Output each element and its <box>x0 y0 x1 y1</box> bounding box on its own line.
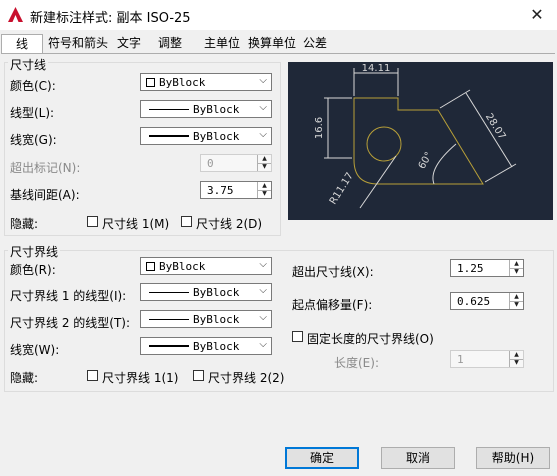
dim-linetype-label: 线型(L): <box>10 106 55 120</box>
fixed-length-label[interactable]: 固定长度的尺寸界线(O) <box>307 330 434 347</box>
chevron-down-icon: ⌵ <box>259 102 267 113</box>
color-swatch <box>146 78 155 87</box>
ext1-linetype-value: ByBlock <box>193 286 240 299</box>
line-sample <box>149 109 189 110</box>
suppress-dim1-label[interactable]: 尺寸线 1(M) <box>102 215 169 232</box>
tab-alternate-units[interactable]: 换算单位 <box>244 34 300 53</box>
line-sample <box>149 319 189 320</box>
spin-down-icon[interactable]: ▼ <box>258 190 271 198</box>
length-value: 1 <box>457 353 464 366</box>
autocad-app-icon <box>8 7 23 22</box>
tab-tolerances[interactable]: 公差 <box>300 34 330 53</box>
dim-color-combo[interactable]: ByBlock ⌵ <box>140 73 272 91</box>
tab-primary-units[interactable]: 主单位 <box>200 34 244 53</box>
help-button[interactable]: 帮助(H) <box>476 447 550 469</box>
chevron-down-icon: ⌵ <box>259 129 267 140</box>
ext-color-label: 颜色(R): <box>10 263 56 277</box>
dim-lines-group-title: 尺寸线 <box>8 56 49 73</box>
suppress-dim2-label[interactable]: 尺寸线 2(D) <box>196 215 262 232</box>
line-sample <box>149 135 189 137</box>
origin-offset-label: 起点偏移量(F): <box>292 298 373 312</box>
ext2-linetype-combo[interactable]: ByBlock ⌵ <box>140 310 272 328</box>
spin-down-icon[interactable]: ▼ <box>510 301 523 309</box>
color-swatch <box>146 262 155 271</box>
suppress-ext2-label[interactable]: 尺寸界线 2(2) <box>208 369 284 386</box>
tab-fit[interactable]: 调整 <box>152 34 188 53</box>
ext-lineweight-combo[interactable]: ByBlock ⌵ <box>140 337 272 355</box>
preview-pane: 14.11 16.6 28.07 60° R11.17 <box>288 62 553 220</box>
window-title: 新建标注样式: 副本 ISO-25 <box>30 11 191 26</box>
dim-color-label: 颜色(C): <box>10 79 56 93</box>
origin-offset-value: 0.625 <box>457 295 491 308</box>
ext-color-value: ByBlock <box>159 260 206 273</box>
ext-lines-group-title: 尺寸界线 <box>8 243 61 260</box>
ext-lineweight-label: 线宽(W): <box>10 343 60 357</box>
spin-down-icon[interactable]: ▼ <box>258 163 271 171</box>
tab-strip: 线 符号和箭头 文字 调整 主单位 换算单位 公差 <box>0 34 557 55</box>
fixed-length-checkbox[interactable] <box>292 331 303 342</box>
line-sample <box>149 345 189 347</box>
ext1-linetype-combo[interactable]: ByBlock ⌵ <box>140 283 272 301</box>
ext2-linetype-label: 尺寸界线 2 的线型(T): <box>10 316 131 330</box>
ext1-linetype-label: 尺寸界线 1 的线型(I): <box>10 289 127 303</box>
extend-beyond-label: 超出尺寸线(X): <box>292 265 374 279</box>
line-sample <box>149 292 189 293</box>
ok-button[interactable]: 确定 <box>285 447 359 469</box>
preview-dim-width: 14.11 <box>362 63 391 74</box>
ext2-linetype-value: ByBlock <box>193 313 240 326</box>
close-icon[interactable]: ✕ <box>527 5 547 25</box>
ext-color-combo[interactable]: ByBlock ⌵ <box>140 257 272 275</box>
cancel-button[interactable]: 取消 <box>381 447 455 469</box>
chevron-down-icon: ⌵ <box>259 259 267 270</box>
ext-lineweight-value: ByBlock <box>193 340 240 353</box>
spin-down-icon[interactable]: ▼ <box>510 359 523 367</box>
tab-symbols-arrows[interactable]: 符号和箭头 <box>44 34 112 53</box>
dim-suppress-label: 隐藏: <box>10 217 39 231</box>
preview-dim-angle: 60° <box>417 150 435 171</box>
length-spinner[interactable]: 1 ▲ ▼ <box>450 350 524 368</box>
ext-suppress-label: 隐藏: <box>10 371 39 385</box>
tab-text[interactable]: 文字 <box>114 34 144 53</box>
extend-ticks-label: 超出标记(N): <box>10 161 81 175</box>
suppress-ext2-checkbox[interactable] <box>193 370 204 381</box>
dimension-preview-drawing: 14.11 16.6 28.07 60° R11.17 <box>314 63 517 209</box>
preview-dim-height: 16.6 <box>314 117 325 139</box>
extend-ticks-spinner[interactable]: 0 ▲ ▼ <box>200 154 272 172</box>
chevron-down-icon: ⌵ <box>259 75 267 86</box>
chevron-down-icon: ⌵ <box>259 312 267 323</box>
dim-lineweight-value: ByBlock <box>193 130 240 143</box>
dim-linetype-value: ByBlock <box>193 103 240 116</box>
origin-offset-spinner[interactable]: 0.625 ▲ ▼ <box>450 292 524 310</box>
extend-beyond-value: 1.25 <box>457 262 484 275</box>
dim-color-value: ByBlock <box>159 76 206 89</box>
preview-dim-radius: R11.17 <box>328 171 356 207</box>
suppress-dim1-checkbox[interactable] <box>87 216 98 227</box>
length-label: 长度(E): <box>334 356 379 370</box>
chevron-down-icon: ⌵ <box>259 285 267 296</box>
suppress-ext1-checkbox[interactable] <box>87 370 98 381</box>
spin-down-icon[interactable]: ▼ <box>510 268 523 276</box>
baseline-spacing-label: 基线间距(A): <box>10 188 80 202</box>
dim-lineweight-label: 线宽(G): <box>10 133 57 147</box>
tab-lines[interactable]: 线 <box>1 34 43 55</box>
baseline-spacing-value: 3.75 <box>207 184 234 197</box>
chevron-down-icon: ⌵ <box>259 339 267 350</box>
dim-lineweight-combo[interactable]: ByBlock ⌵ <box>140 127 272 145</box>
dim-linetype-combo[interactable]: ByBlock ⌵ <box>140 100 272 118</box>
suppress-ext1-label[interactable]: 尺寸界线 1(1) <box>102 369 178 386</box>
extend-ticks-value: 0 <box>207 157 214 170</box>
baseline-spacing-spinner[interactable]: 3.75 ▲ ▼ <box>200 181 272 199</box>
suppress-dim2-checkbox[interactable] <box>181 216 192 227</box>
extend-beyond-spinner[interactable]: 1.25 ▲ ▼ <box>450 259 524 277</box>
